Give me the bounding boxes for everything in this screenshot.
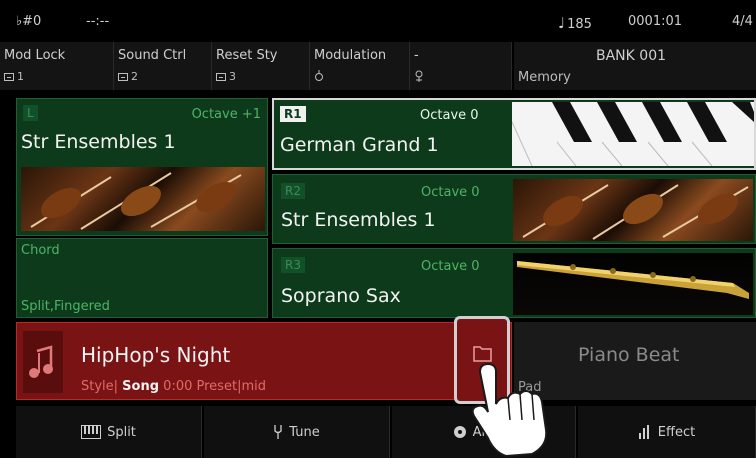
tempo-value: 185	[567, 17, 592, 32]
pad-name: Piano Beat	[578, 344, 680, 366]
assign-label: -	[414, 48, 419, 63]
voice-name-r2: Str Ensembles 1	[281, 209, 436, 231]
voice-tag-r2: R2	[281, 183, 305, 199]
tuning-fork-icon	[274, 425, 282, 439]
bank-name: BANK 001	[596, 48, 667, 64]
strings-image	[21, 167, 265, 231]
style-name: HipHop's Night	[81, 343, 231, 367]
mod-lock-number: 1	[17, 70, 24, 83]
reset-sty-number: 3	[229, 70, 236, 83]
keyboard-icon	[81, 425, 102, 439]
pointing-hand-icon	[471, 362, 548, 458]
song-time-readout: --:--	[86, 14, 110, 29]
octave-left: Octave +1	[191, 107, 261, 122]
bottom-toolbar: Split Tune Album Effect	[0, 406, 756, 458]
key-transpose-readout: ♭#0	[16, 14, 42, 29]
voice-tag-left: L	[23, 105, 38, 121]
preset-value: mid	[241, 379, 266, 394]
song-label: Song	[122, 379, 160, 394]
voice-panel-left[interactable]: L Octave +1 Str Ensembles 1	[16, 98, 268, 236]
piano-image	[512, 102, 754, 166]
reset-sty-label: Reset Sty	[216, 48, 278, 63]
time-signature: 4/4	[732, 14, 753, 29]
preset-label: Preset	[196, 379, 238, 394]
effect-label: Effect	[657, 424, 696, 440]
modulation-label: Modulation	[314, 48, 387, 63]
panel-controls-strip: Mod Lock 1 Sound Ctrl 2 Reset Sty 3 Modu…	[0, 42, 756, 94]
mod-lock-label: Mod Lock	[4, 48, 66, 63]
voice-name-left: Str Ensembles 1	[21, 131, 176, 153]
status-bar: ♭#0 --:-- ♩ 185 0001:01 4/4	[0, 0, 756, 40]
music-note-icon	[23, 331, 63, 393]
strings-image	[513, 179, 753, 241]
sound-ctrl-label: Sound Ctrl	[118, 48, 187, 63]
pin-icon	[414, 70, 424, 85]
note-icon: ♩	[558, 14, 566, 32]
style-meta: Style| Song 0:00 Preset|mid	[81, 379, 266, 394]
octave-r2: Octave 0	[421, 185, 480, 200]
chord-mode: Split,Fingered	[21, 299, 110, 314]
box-icon	[118, 73, 128, 81]
assign-control[interactable]: -	[410, 42, 512, 90]
style-type-label: Style	[81, 379, 114, 394]
bar-counter: 0001:01	[628, 14, 683, 29]
box-icon	[216, 73, 226, 81]
song-time: 0:00	[163, 379, 193, 394]
memory-label: Memory	[518, 70, 571, 85]
modulation-control[interactable]: Modulation	[310, 42, 410, 90]
knob-icon	[314, 70, 324, 85]
sound-ctrl-number: 2	[131, 70, 138, 83]
mod-lock-control[interactable]: Mod Lock 1	[0, 42, 114, 90]
box-icon	[4, 73, 14, 81]
octave-r1: Octave 0	[420, 108, 479, 123]
split-button[interactable]: Split	[16, 406, 202, 458]
disc-icon	[453, 426, 466, 438]
tune-button[interactable]: Tune	[204, 406, 390, 458]
style-bar[interactable]: HipHop's Night Style| Song 0:00 Preset|m…	[16, 322, 512, 400]
tune-label: Tune	[289, 424, 320, 440]
reset-sty-control[interactable]: Reset Sty 3	[212, 42, 310, 90]
equalizer-icon	[638, 425, 649, 439]
chord-title: Chord	[21, 243, 60, 258]
voice-tag-r1: R1	[280, 106, 306, 122]
octave-r3: Octave 0	[421, 259, 480, 274]
voice-name-r1: German Grand 1	[280, 134, 439, 156]
voice-panel-r2[interactable]: R2 Octave 0 Str Ensembles 1	[272, 174, 756, 244]
voice-panel-r1[interactable]: R1 Octave 0 German Grand 1	[272, 98, 756, 170]
memory-bank-display[interactable]: BANK 001 Memory	[514, 42, 756, 90]
voice-panel-r3[interactable]: R3 Octave 0 Soprano Sax	[272, 248, 756, 318]
voice-name-r3: Soprano Sax	[281, 285, 401, 307]
sound-ctrl-control[interactable]: Sound Ctrl 2	[114, 42, 212, 90]
chord-panel[interactable]: Chord Split,Fingered	[16, 238, 268, 318]
voice-tag-r3: R3	[281, 257, 305, 273]
tempo-readout[interactable]: ♩ 185	[558, 14, 592, 32]
split-label: Split	[107, 424, 136, 440]
effect-button[interactable]: Effect	[578, 406, 756, 458]
saxophone-image	[513, 253, 753, 315]
